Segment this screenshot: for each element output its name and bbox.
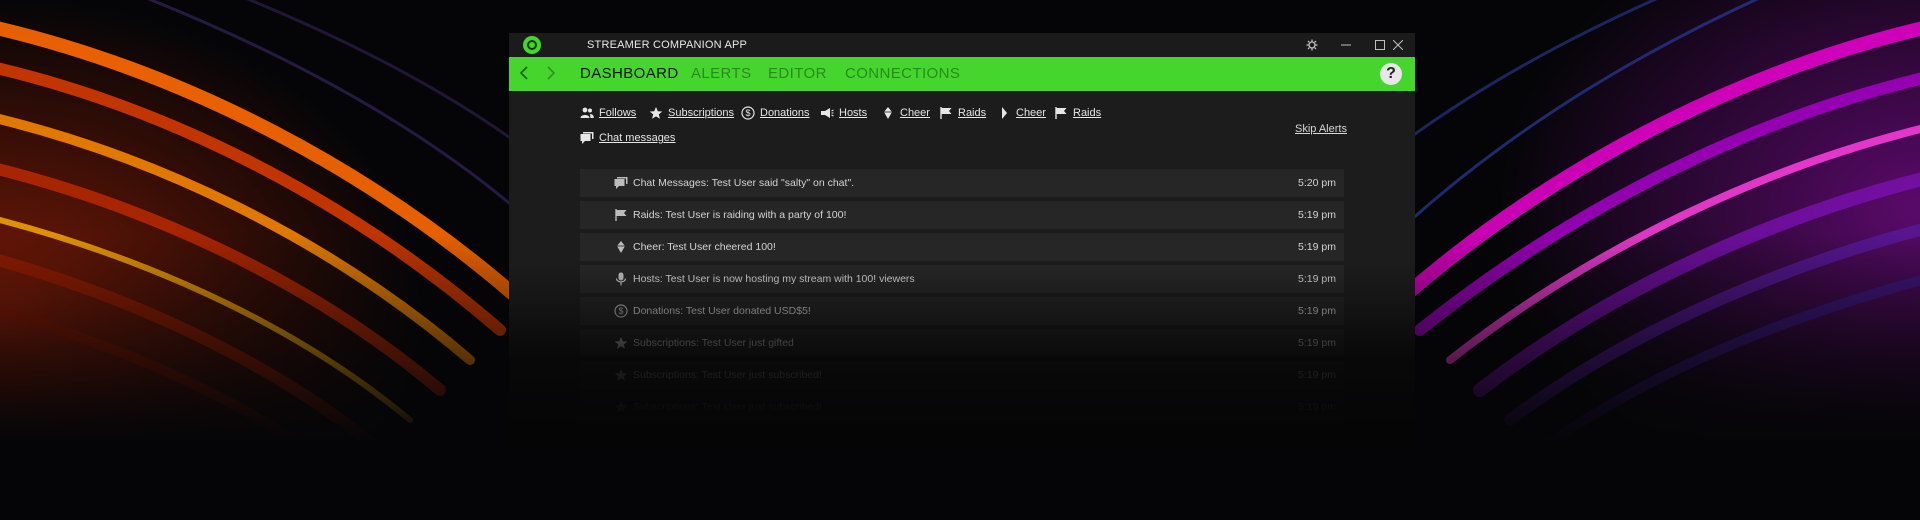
tab-editor[interactable]: EDITOR (768, 65, 827, 82)
tab-dashboard[interactable]: DASHBOARD (580, 65, 679, 82)
alert-row[interactable]: Cheer: Test User cheered 100! 5:19 pm (580, 233, 1344, 261)
alert-time: 5:19 pm (1298, 273, 1336, 285)
filter-label: Follows (599, 107, 637, 119)
alert-text: Follows: Test User just followed! (633, 433, 783, 445)
alert-row[interactable]: Subscriptions: Test User just subscribed… (580, 361, 1344, 389)
chat-icon (580, 132, 594, 144)
flag-icon (940, 107, 952, 119)
people-icon (580, 107, 594, 118)
diamond-icon (884, 107, 892, 119)
filter-raids[interactable]: Raids (939, 105, 986, 121)
alert-time: 5:19 pm (1298, 401, 1336, 413)
people-icon (614, 433, 628, 444)
filter-cheer[interactable]: Cheer (881, 105, 930, 121)
alert-text: Hosts: Test User is now hosting my strea… (633, 273, 915, 285)
dollar-icon: $ (614, 304, 628, 318)
megaphone-icon (821, 108, 834, 118)
flag-icon (615, 209, 627, 221)
alert-text: Donations: Test User donated USD$5! (633, 305, 811, 317)
alert-row[interactable]: Subscriptions: Test User just subscribed… (580, 393, 1344, 421)
filter-hosts[interactable]: Hosts (820, 105, 867, 121)
chevron-right-icon[interactable] (541, 61, 561, 87)
alert-row[interactable]: $ Donations: Test User donated USD$5! 5:… (580, 297, 1344, 325)
title-bar: STREAMER COMPANION APP (509, 33, 1415, 57)
nav-bar: DASHBOARD ALERTS EDITOR CONNECTIONS ? (509, 57, 1415, 91)
dollar-icon: $ (741, 106, 755, 120)
minimize-icon[interactable] (1329, 33, 1363, 57)
filter-label: Cheer (1016, 107, 1046, 119)
alert-text: Subscriptions: Test User just subscribed… (633, 401, 822, 413)
filter-label: Subscriptions (668, 107, 735, 119)
filter-label: Cheer (900, 107, 930, 119)
chevron-left-icon[interactable] (514, 61, 534, 87)
tab-alerts[interactable]: ALERTS (691, 65, 751, 82)
alert-text: Chat Messages: Test User said "salty" on… (633, 177, 855, 189)
svg-text:$: $ (618, 306, 623, 316)
alert-row[interactable]: Raids: Test User is raiding with a party… (580, 201, 1344, 229)
app-window: STREAMER COMPANION APP DASHBOARD ALERTS … (509, 33, 1415, 453)
filter-label: Chat messages (599, 132, 676, 144)
star-icon (649, 107, 663, 119)
microphone-icon (615, 272, 627, 286)
filter-label: Hosts (839, 107, 868, 119)
alert-row[interactable]: Chat Messages: Test User said "salty" on… (580, 169, 1344, 197)
star-icon (614, 401, 628, 413)
alert-text: Cheer: Test User cheered 100! (633, 241, 776, 253)
chat-icon (614, 177, 628, 189)
gear-icon[interactable] (1295, 33, 1329, 57)
alert-text: Subscriptions: Test User just gifted (633, 337, 794, 349)
help-button[interactable]: ? (1380, 63, 1402, 85)
filter-chat-messages[interactable]: Chat messages (580, 130, 675, 146)
diamond-icon (617, 241, 625, 253)
alert-text: Subscriptions: Test User just subscribed… (633, 369, 822, 381)
filter-label: Donations (760, 107, 810, 119)
star-icon (614, 369, 628, 381)
star-icon (614, 337, 628, 349)
alert-time: 5:19 pm (1298, 433, 1336, 445)
filter-follows[interactable]: Follows (580, 105, 636, 121)
alert-time: 5:20 pm (1298, 177, 1336, 189)
half-diamond-icon (1002, 107, 1007, 119)
alert-time: 5:19 pm (1298, 337, 1336, 349)
filter-raids-2[interactable]: Raids (1054, 105, 1101, 121)
filter-label: Raids (958, 107, 987, 119)
app-title: STREAMER COMPANION APP (587, 39, 748, 51)
app-logo-icon (523, 36, 541, 54)
flag-icon (1055, 107, 1067, 119)
alert-row[interactable]: Subscriptions: Test User just gifted 5:1… (580, 329, 1344, 357)
alert-row[interactable]: Hosts: Test User is now hosting my strea… (580, 265, 1344, 293)
filter-label: Raids (1073, 107, 1102, 119)
svg-text:$: $ (745, 108, 750, 118)
filter-subscriptions[interactable]: Subscriptions (649, 105, 734, 121)
alert-text: Raids: Test User is raiding with a party… (633, 209, 847, 221)
skip-alerts-link[interactable]: Skip Alerts (1295, 123, 1347, 135)
tab-connections[interactable]: CONNECTIONS (845, 65, 960, 82)
filter-cheer-2[interactable]: Cheer (997, 105, 1046, 121)
alert-time: 5:19 pm (1298, 305, 1336, 317)
filter-donations[interactable]: $ Donations (741, 105, 810, 121)
alert-row[interactable]: Follows: Test User just followed! 5:19 p… (580, 425, 1344, 453)
alert-time: 5:19 pm (1298, 209, 1336, 221)
alert-time: 5:19 pm (1298, 241, 1336, 253)
alert-time: 5:19 pm (1298, 369, 1336, 381)
close-icon[interactable] (1381, 33, 1415, 57)
